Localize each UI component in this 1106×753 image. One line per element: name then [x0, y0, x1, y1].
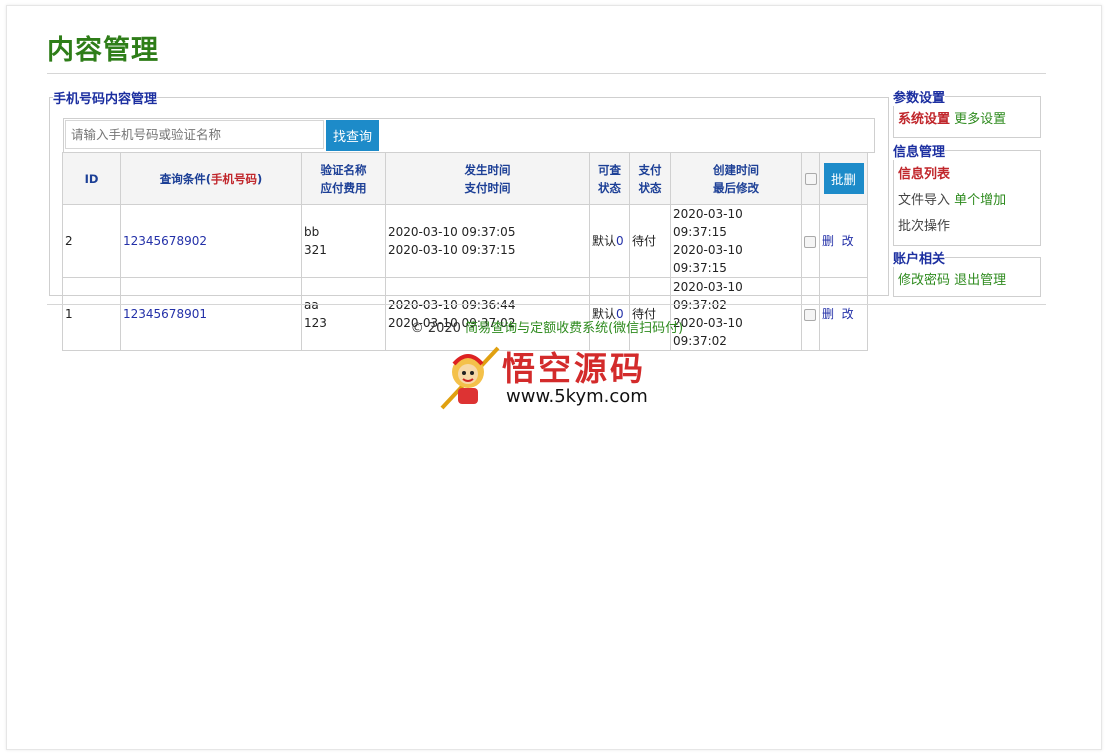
col-created: 创建时间 最后修改 [670, 152, 802, 205]
cell-verify: bb 321 [301, 204, 386, 278]
copyright-text: © 2020 [410, 321, 461, 336]
logo-url: www.5kym.com [506, 386, 648, 407]
divider [47, 304, 1046, 305]
phone-link[interactable]: 12345678902 [123, 234, 207, 248]
search-input[interactable] [65, 120, 324, 149]
watermark-logo: 悟空源码 www.5kym.com [440, 340, 670, 412]
search-bar: 找查询 [63, 118, 875, 153]
cell-actions: 删 改 [819, 277, 868, 351]
file-import-link[interactable]: 文件导入 [898, 193, 950, 208]
col-time: 发生时间 支付时间 [385, 152, 590, 205]
col-pay-status: 支付 状态 [629, 152, 671, 205]
cell-select [801, 204, 820, 278]
account-panel: 账户相关 修改密码 退出管理 [893, 248, 1041, 297]
row-checkbox[interactable] [804, 235, 816, 248]
more-settings-link[interactable]: 更多设置 [954, 112, 1006, 127]
col-actions: 批删 [819, 152, 868, 205]
cell-pay-status: 待付 [629, 204, 671, 278]
site-link[interactable]: 简易查询与定额收费系统(微信扫码付) [465, 321, 683, 336]
params-panel: 参数设置 系统设置 更多设置 [893, 87, 1041, 138]
batch-ops-link[interactable]: 批次操作 [898, 219, 950, 234]
monkey-king-icon [440, 346, 500, 410]
cell-created: 2020-03-10 09:37:15 2020-03-10 09:37:15 [670, 204, 802, 278]
cell-id: 1 [62, 277, 121, 351]
delete-link[interactable]: 删 [822, 234, 834, 248]
cell-view-status: 默认0 [589, 204, 630, 278]
table-header-row: ID 查询条件(手机号码) 验证名称 应付费用 发生时间 支付时间 可查 状态 支付状… [62, 152, 868, 205]
cell-created: 2020-03-10 09:37:02 2020-03-10 09:37:02 [670, 277, 802, 351]
table-row: 2 12345678902 bb 321 2020-03-10 09:37:05 2… [62, 204, 868, 278]
info-legend: 信息管理 [893, 145, 946, 160]
cell-actions: 删 改 [819, 204, 868, 278]
account-legend: 账户相关 [893, 252, 946, 267]
page-title: 内容管理 [47, 35, 159, 66]
cell-phone: 12345678901 [120, 277, 302, 351]
col-view-status: 可查 状态 [589, 152, 630, 205]
col-verify: 验证名称 应付费用 [301, 152, 386, 205]
info-list-link[interactable]: 信息列表 [898, 167, 950, 182]
col-id: ID [62, 152, 121, 205]
col-select-all [801, 152, 820, 205]
params-legend: 参数设置 [893, 91, 946, 106]
panel-legend: 手机号码内容管理 [53, 92, 158, 107]
cell-verify: aa 123 [301, 277, 386, 351]
view-count-link[interactable]: 0 [616, 234, 624, 248]
cell-phone: 12345678902 [120, 204, 302, 278]
change-password-link[interactable]: 修改密码 [898, 273, 950, 288]
info-panel: 信息管理 信息列表 文件导入 单个增加 批次操作 [893, 141, 1041, 246]
search-button[interactable]: 找查询 [326, 120, 379, 151]
logo-text: 悟空源码 [502, 349, 646, 388]
cell-select [801, 277, 820, 351]
logout-link[interactable]: 退出管理 [954, 273, 1006, 288]
select-all-checkbox[interactable] [804, 173, 817, 185]
col-condition: 查询条件(手机号码) [120, 152, 302, 205]
system-settings-link[interactable]: 系统设置 [898, 112, 950, 127]
divider [47, 73, 1046, 74]
add-single-link[interactable]: 单个增加 [954, 193, 1006, 208]
edit-link[interactable]: 改 [842, 234, 854, 248]
batch-delete-button[interactable]: 批删 [823, 163, 864, 194]
footer: © 2020 简易查询与定额收费系统(微信扫码付) [0, 317, 1094, 336]
cell-id: 2 [62, 204, 121, 278]
cell-time: 2020-03-10 09:37:05 2020-03-10 09:37:15 [385, 204, 590, 278]
